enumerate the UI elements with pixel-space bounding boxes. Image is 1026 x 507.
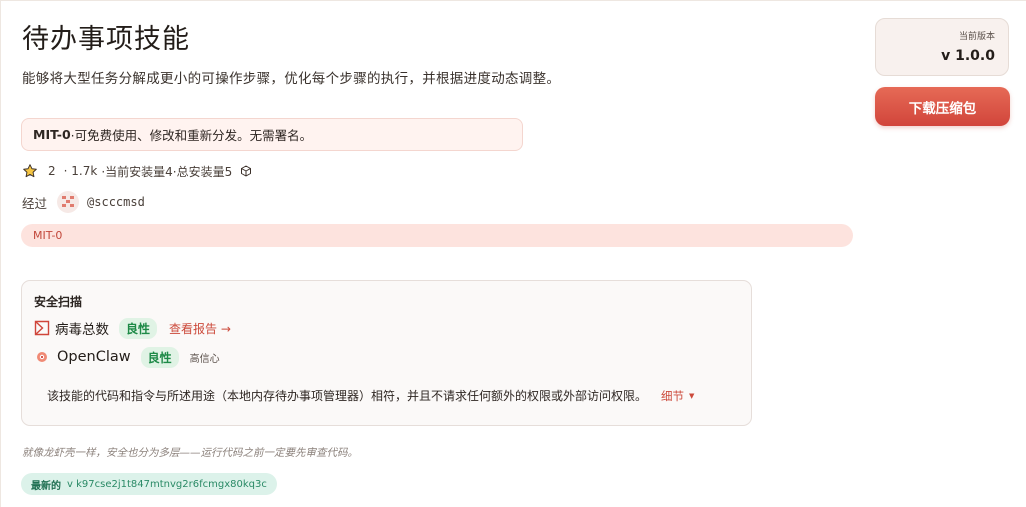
license-tag-label: MIT-0 [33,229,63,242]
total-installs: ·总安装量5 [172,164,233,179]
stats-row: 2 · 1.7k ·当前安装量4 ·总安装量5 [22,161,252,181]
security-scan-card: 安全扫描 病毒总数 良性 查看报告 → OpenClaw 良性 高信心 该技能的… [21,280,752,426]
scan-row-openclaw: OpenClaw 良性 高信心 [34,346,220,368]
latest-label: 最新的 [31,480,61,492]
latest-version-pill[interactable]: 最新的 v k97cse2j1t847mtnvg2r6fcmgx80kq3c [21,473,277,495]
caret-down-icon: ▼ [689,391,695,400]
current-version-card: 当前版本 v 1.0.0 [875,18,1009,76]
view-report-link[interactable]: 查看报告 → [169,320,231,337]
license-name: MIT-0 [33,127,71,142]
virustotal-icon [34,320,50,336]
star-count: 2 [48,164,56,178]
current-installs: ·当前安装量4 [101,164,173,179]
license-tag: MIT-0 [21,224,853,247]
skill-page: 待办事项技能 能够将大型任务分解成更小的可操作步骤，优化每个步骤的执行，并根据进… [0,0,1026,507]
skill-description: 能够将大型任务分解成更小的可操作步骤，优化每个步骤的执行，并根据进度动态调整。 [22,71,561,87]
current-version-label: 当前版本 [958,32,995,42]
avatar-pattern-icon [62,196,75,207]
details-toggle[interactable]: 细节 ▼ [661,388,694,404]
current-version-value: v 1.0.0 [941,48,995,64]
scan-row-virustotal: 病毒总数 良性 查看报告 → [34,317,231,339]
download-count: · 1.7k [63,164,98,178]
license-text: ·可免费使用、修改和重新分发。无需署名。 [70,128,313,143]
confidence-label: 高信心 [189,353,220,365]
security-footnote: 就像龙虾壳一样，安全也分为多层——运行代码之前一定要先审查代码。 [22,447,358,459]
author-row: 经过 @scccmsd [22,191,145,213]
scan-summary-text: 该技能的代码和指令与所述用途（本地内存待办事项管理器）相符，并且不请求任何额外的… [47,389,648,403]
author-label: 经过 [22,195,48,211]
download-zip-button[interactable]: 下载压缩包 [875,87,1010,126]
latest-hash: v k97cse2j1t847mtnvg2r6fcmgx80kq3c [67,478,267,490]
details-label: 细节 [661,388,685,403]
status-badge-openclaw: 良性 [140,346,179,368]
page-title: 待办事项技能 [22,24,190,55]
author-handle[interactable]: @scccmsd [87,195,145,209]
engine-name-openclaw: OpenClaw [57,349,131,365]
status-badge-virustotal: 良性 [119,317,158,339]
security-scan-title: 安全扫描 [34,295,83,309]
avatar[interactable] [57,191,80,213]
license-box: MIT-0 ·可免费使用、修改和重新分发。无需署名。 [21,118,523,151]
engine-name-virustotal: 病毒总数 [55,322,109,338]
star-icon[interactable] [22,163,38,179]
cube-icon [241,165,252,177]
scan-summary: 该技能的代码和指令与所述用途（本地内存待办事项管理器）相符，并且不请求任何额外的… [47,387,694,404]
openclaw-icon [37,352,47,362]
